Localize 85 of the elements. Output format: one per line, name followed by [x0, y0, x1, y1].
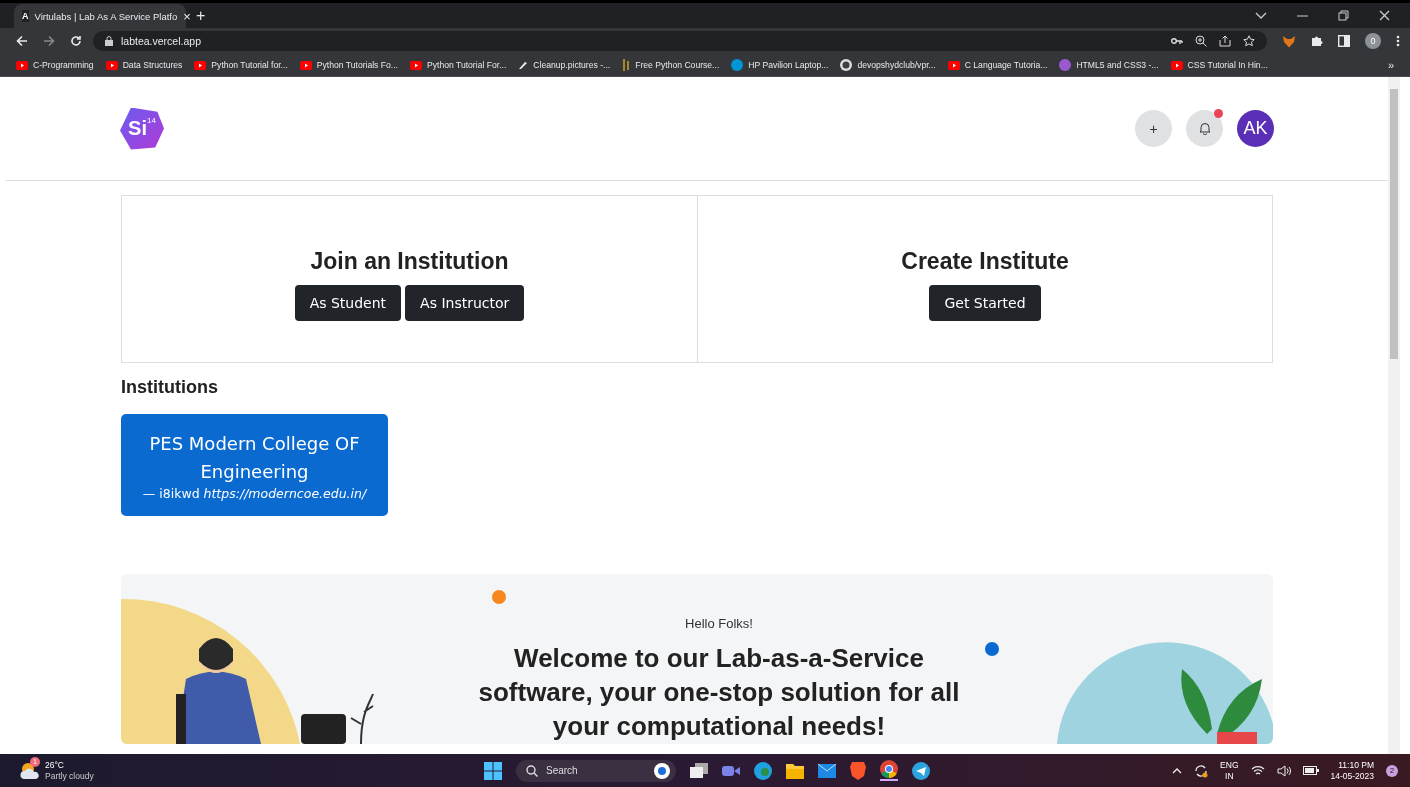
- bars-icon: [622, 59, 631, 71]
- reload-icon[interactable]: [70, 35, 82, 47]
- brush-icon: [518, 60, 529, 70]
- bookmark-link[interactable]: Python Tutorials Fo...: [299, 60, 398, 70]
- circle-icon: [1059, 59, 1072, 71]
- bookmark-link[interactable]: C-Programming: [16, 60, 94, 70]
- play-button-icon: [1170, 60, 1183, 70]
- hero-headline: Welcome to our Lab-as-a-Service software, your one-stop solution for all your computational needs!: [477, 642, 961, 743]
- chevron-up-icon[interactable]: [1172, 767, 1183, 774]
- paper-plane-icon[interactable]: [912, 761, 930, 780]
- minimize-icon[interactable]: [1297, 14, 1308, 17]
- lion-shield-icon[interactable]: [850, 761, 866, 780]
- bookmark-link[interactable]: Cleanup.pictures -...: [518, 60, 611, 70]
- hero-greeting: Hello Folks!: [685, 616, 753, 631]
- play-button-icon: [105, 60, 118, 70]
- task-view-icon[interactable]: [690, 762, 708, 779]
- play-button-icon: [947, 60, 960, 70]
- get-started-button[interactable]: Get Started: [929, 284, 1041, 321]
- bookmark-link[interactable]: HP Pavilion Laptop...: [731, 59, 829, 71]
- notification-badge[interactable]: 2: [1386, 764, 1398, 777]
- ring-icon: [840, 59, 853, 71]
- fox-extension-icon[interactable]: [1282, 34, 1296, 48]
- institution-name: PES Modern College OF Engineering: [148, 431, 361, 484]
- join-button[interactable]: As Instructor: [405, 284, 525, 321]
- bookmark-link[interactable]: C Language Tutoria...: [947, 60, 1048, 70]
- weather-icon: [20, 761, 40, 780]
- bookmark-link[interactable]: devopshydclub/vpr...: [840, 59, 936, 71]
- chrome-browser-icon[interactable]: [880, 760, 898, 781]
- bell-icon: [1198, 122, 1211, 135]
- bookmark-link[interactable]: Python Tutorial for...: [194, 60, 288, 70]
- puzzle-icon[interactable]: [1311, 35, 1323, 47]
- decorative-dot: [985, 642, 999, 656]
- play-button-icon: [194, 60, 207, 70]
- back-arrow-icon[interactable]: [16, 35, 28, 47]
- institution-card[interactable]: PES Modern College OF Engineering — i8ikwd https://moderncoe.edu.in/: [121, 414, 388, 516]
- new-tab-button[interactable]: +: [196, 6, 206, 25]
- wifi-icon[interactable]: [1250, 765, 1265, 776]
- play-button-icon: [299, 60, 312, 70]
- search-icon: [526, 764, 538, 777]
- speaker-icon[interactable]: [1276, 764, 1291, 777]
- kebab-menu-icon[interactable]: [1396, 35, 1400, 47]
- notification-button[interactable]: [1186, 110, 1223, 147]
- user-avatar[interactable]: AK: [1237, 110, 1274, 147]
- edge-browser-icon[interactable]: [754, 761, 772, 780]
- play-button-icon: [16, 60, 28, 70]
- sync-icon[interactable]: [1194, 763, 1209, 778]
- bookmark-link[interactable]: Data Structures: [105, 60, 183, 70]
- mail-icon[interactable]: [818, 763, 836, 778]
- temperature: 26°C: [45, 759, 65, 771]
- key-icon[interactable]: [1171, 37, 1183, 45]
- weather-condition: Partly cloudy: [45, 770, 94, 782]
- scrollbar-thumb[interactable]: [1390, 89, 1398, 359]
- close-icon[interactable]: [1379, 10, 1390, 21]
- forward-arrow-icon[interactable]: [43, 35, 55, 47]
- language-indicator[interactable]: ENG IN: [1220, 759, 1239, 782]
- battery-icon[interactable]: [1302, 766, 1319, 775]
- more-bookmarks-button[interactable]: »: [1387, 59, 1394, 71]
- section-heading: Institutions: [121, 377, 219, 398]
- globe-icon: [731, 59, 744, 71]
- star-icon[interactable]: [1243, 35, 1255, 47]
- join-button[interactable]: As Student: [294, 284, 402, 321]
- tab-close-button[interactable]: ×: [183, 8, 191, 24]
- add-button[interactable]: +: [1135, 110, 1172, 147]
- chat-logo-icon[interactable]: [654, 762, 670, 779]
- windows-start-icon[interactable]: [484, 761, 502, 780]
- clock[interactable]: 11:10 PM 14-05-2023: [1330, 759, 1374, 782]
- taskbar-search[interactable]: Search: [516, 759, 676, 782]
- logo[interactable]: Si$^{14}$: [120, 107, 164, 150]
- sidebar-icon[interactable]: [1338, 35, 1350, 47]
- bookmark-link[interactable]: Free Python Course...: [622, 59, 720, 71]
- zoom-icon[interactable]: [1195, 35, 1207, 47]
- address-bar[interactable]: labtea.vercel.app: [93, 31, 1267, 51]
- bookmark-link[interactable]: CSS Tutorial In Hin...: [1170, 60, 1268, 70]
- bookmark-link[interactable]: Python Tutorial For...: [410, 60, 507, 70]
- panel-title: Join an Institution: [310, 247, 509, 275]
- chevron-down-icon[interactable]: [1255, 11, 1267, 20]
- bookmark-link[interactable]: HTML5 and CSS3 -...: [1059, 59, 1159, 71]
- play-button-icon: [410, 60, 422, 70]
- folder-icon[interactable]: [786, 762, 804, 779]
- panel-title: Create Institute: [901, 247, 1069, 275]
- share-icon[interactable]: [1219, 35, 1231, 47]
- decorative-dot: [492, 590, 506, 604]
- institution-details: — i8ikwd https://moderncoe.edu.in/: [142, 485, 367, 501]
- restore-icon[interactable]: [1338, 10, 1349, 21]
- lock-icon: [105, 36, 113, 46]
